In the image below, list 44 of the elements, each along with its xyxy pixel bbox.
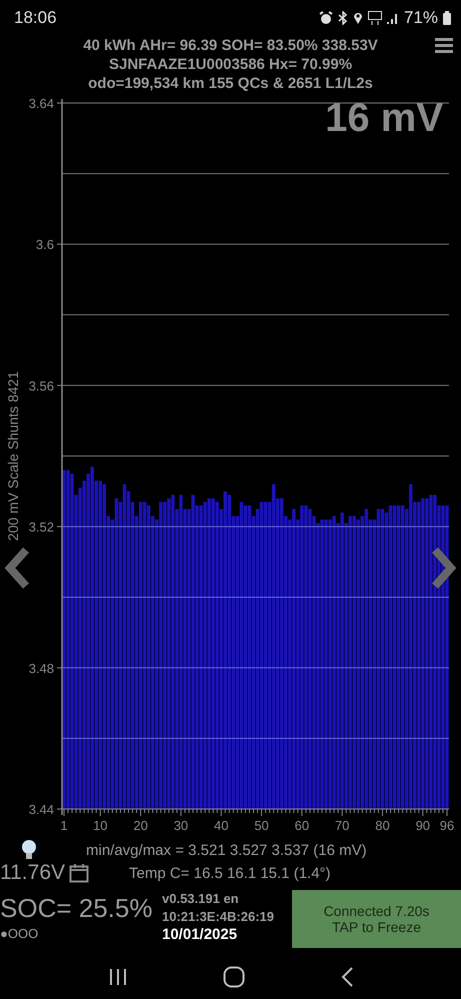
page-indicator: ●OOO <box>0 926 38 941</box>
y-tick-label: 3.48 <box>28 660 54 676</box>
y-tick-label: 3.64 <box>28 96 54 111</box>
x-tick-label: 70 <box>334 818 350 833</box>
y-tick-label: 3.56 <box>28 378 54 394</box>
x-tick-label: 30 <box>174 818 188 833</box>
cell-voltage-stats: min/avg/max = 3.521 3.527 3.537 (16 mV) <box>86 842 367 858</box>
alarm-icon <box>318 11 333 25</box>
signal-icon <box>386 12 399 24</box>
temperature-readings: Temp C= 16.5 16.1 15.1 (1.4°) <box>129 864 331 882</box>
x-tick-label: 80 <box>375 818 390 833</box>
x-tick-label: 10 <box>93 818 108 833</box>
x-tick-label: 50 <box>254 818 269 833</box>
spread-reading: 16 mV <box>325 96 443 141</box>
battery-icon <box>443 11 451 25</box>
bluetooth-icon <box>338 11 348 25</box>
date: 10/01/2025 <box>162 926 238 944</box>
connection-button[interactable]: Connected 7.20s TAP to Freeze <box>292 890 461 948</box>
back-icon[interactable] <box>340 966 354 988</box>
light-bulb-icon[interactable] <box>20 839 38 861</box>
axis-label: 200 mV Scale Shunts 8421 <box>5 371 21 541</box>
header-info-line: 40 kWh AHr= 96.39 SOH= 83.50% 338.53V <box>83 36 378 55</box>
header-info-line: SJNFAAZE1U0003586 Hx= 70.99% <box>108 55 352 74</box>
header-info-line: odo=199,534 km 155 QCs & 2651 L1/L2s <box>88 74 373 93</box>
x-tick-label: 60 <box>294 818 310 833</box>
clock-time: 18:06 <box>14 8 57 28</box>
x-tick-label: 40 <box>214 818 228 833</box>
x-tick-label: 96 <box>440 818 454 833</box>
recent-apps-icon[interactable] <box>108 968 128 986</box>
calendar-icon[interactable] <box>69 863 89 883</box>
x-tick-label: 90 <box>416 818 430 833</box>
y-tick-label: 3.52 <box>28 520 54 535</box>
aux-battery-voltage: 11.76V <box>0 861 65 885</box>
y-tick-label: 3.44 <box>28 802 54 817</box>
home-icon[interactable] <box>222 966 244 988</box>
app-version: v0.53.191 en <box>162 890 240 908</box>
location-icon <box>352 11 363 25</box>
battery-percent: 71% <box>404 8 438 28</box>
menu-icon[interactable] <box>435 38 453 54</box>
device-address: 10:21:3E:4B:26:19 <box>162 908 276 926</box>
y-tick-label: 3.6 <box>36 237 54 252</box>
state-of-charge: SOC= 25.5% <box>0 892 152 925</box>
x-tick-label: 1 <box>60 818 68 833</box>
x-tick-label: 20 <box>133 818 148 833</box>
